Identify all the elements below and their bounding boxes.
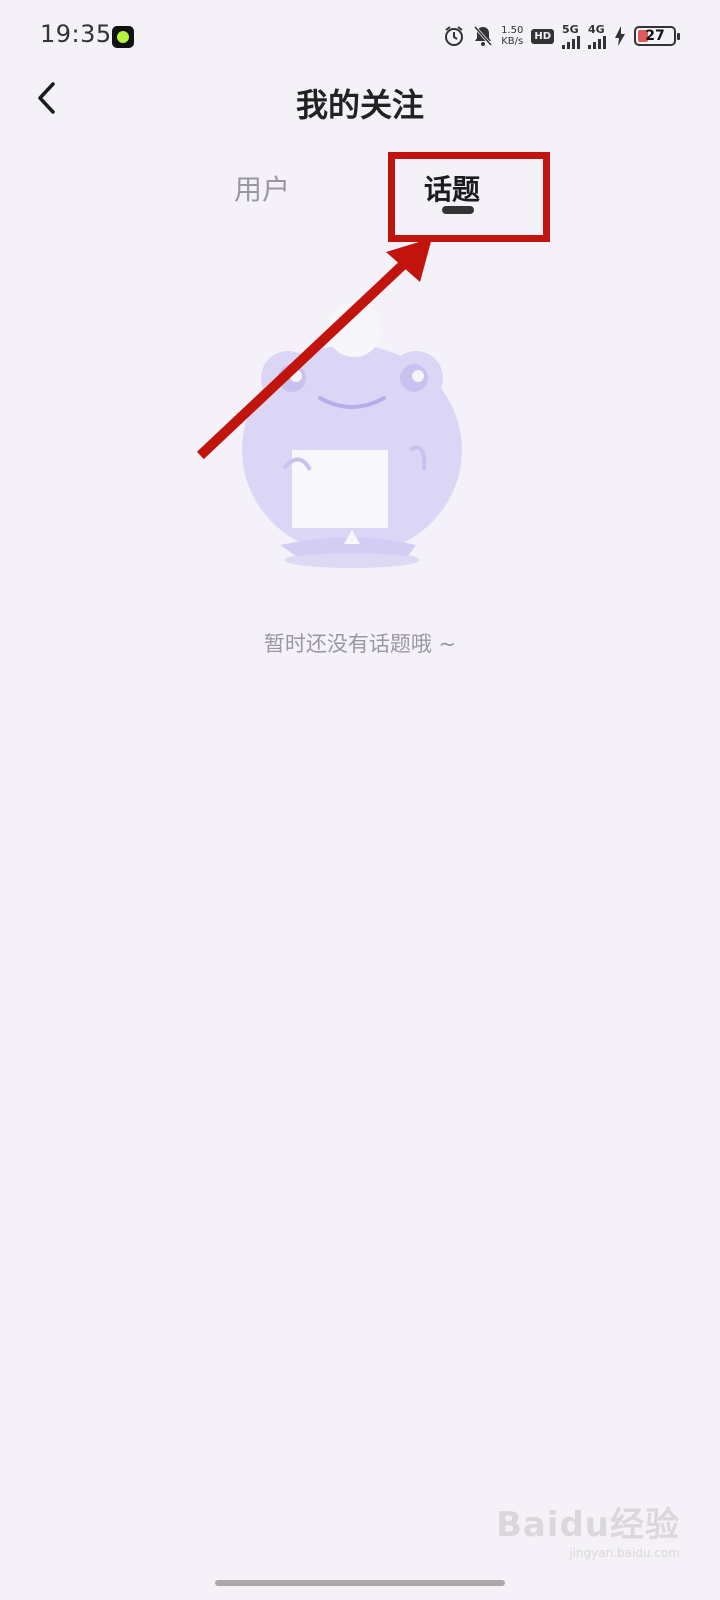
baidu-watermark: Baidu经验 jingyan.baidu.com (496, 1497, 680, 1560)
empty-state-message: 暂时还没有话题哦 ~ (263, 632, 457, 656)
annotation-arrow (196, 238, 432, 460)
watermark-url: jingyan.baidu.com (569, 1546, 680, 1560)
watermark-logo: Baidu经验 (495, 1505, 680, 1545)
home-indicator[interactable] (215, 1580, 505, 1586)
